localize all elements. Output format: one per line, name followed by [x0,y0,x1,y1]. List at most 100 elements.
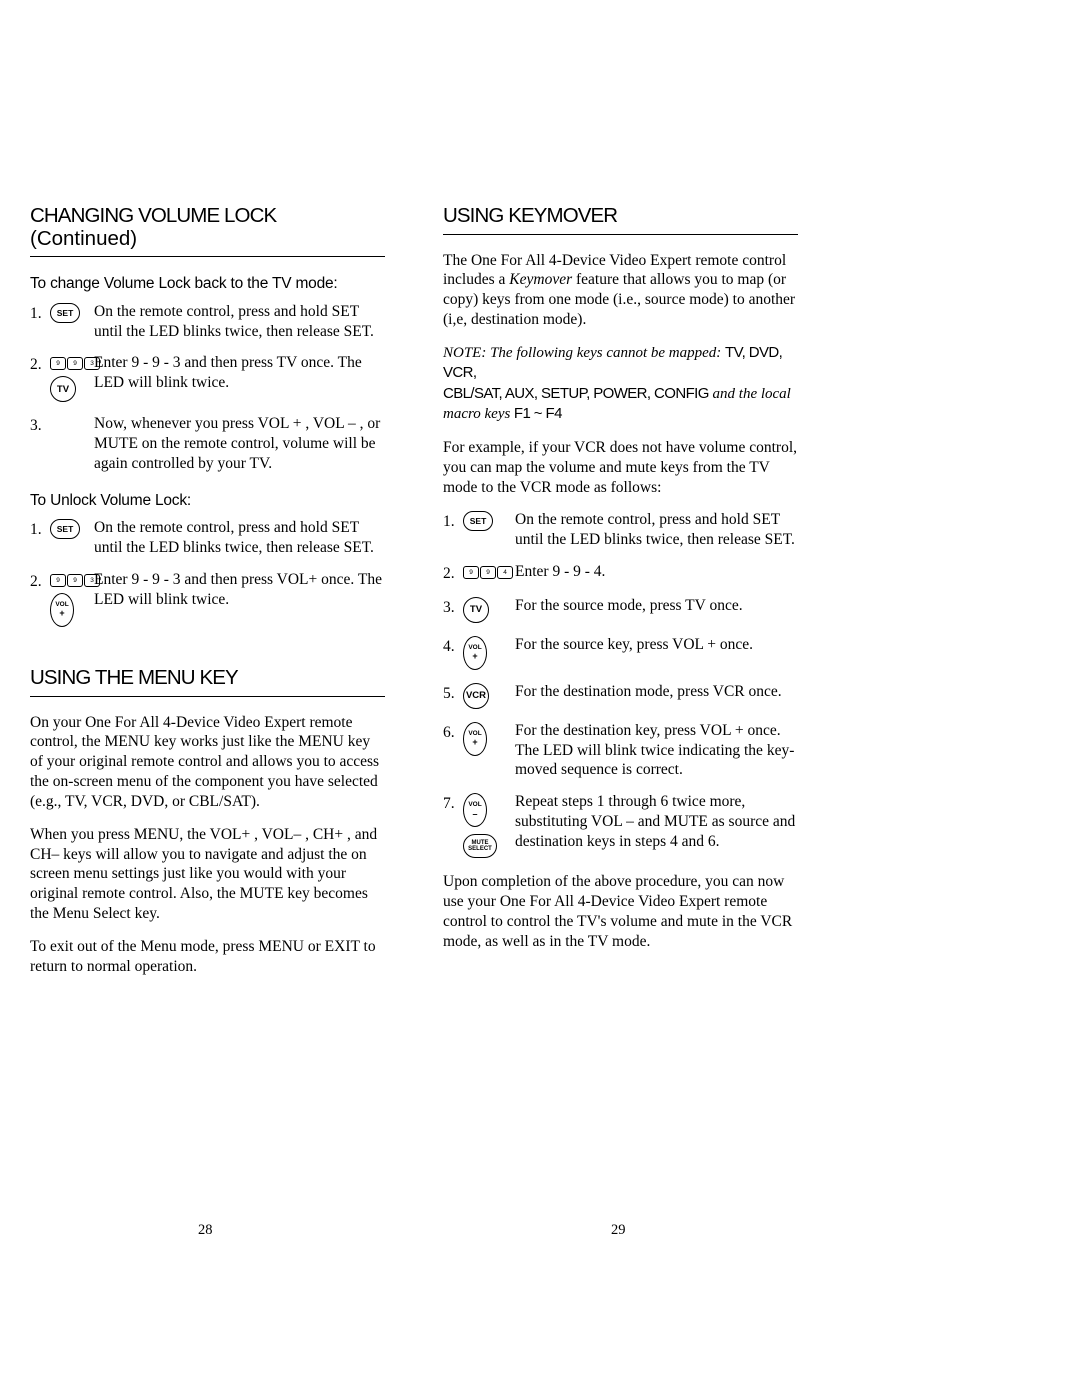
step-text: For the source mode, press TV once. [515,596,743,614]
left-steps-change-volume-lock: 1. SET On the remote control, press and … [30,302,385,474]
step-text: On the remote control, press and hold SE… [94,302,374,340]
note-key-list-2: CBL/SAT, AUX, SETUP, POWER, CONFIG [443,384,709,402]
set-key-icon: SET [463,511,493,532]
step-number: 1. [30,521,42,539]
number-keys-993-icon: 9 9 3 [50,571,100,588]
step-key-graphics: 9 9 3 TV [50,353,100,403]
manual-page-spread: CHANGING VOLUME LOCK (Continued) To chan… [0,0,1080,1397]
step-key-graphics: 9 9 4 [463,562,515,579]
keymover-note: NOTE: The following keys cannot be mappe… [443,343,798,425]
vol-key-plus: + [472,737,478,748]
left-section-heading-menu-key: USING THE MENU KEY [30,666,385,697]
left-steps-unlock-volume-lock: 1. SET On the remote control, press and … [30,518,385,628]
step-key-graphics: 9 9 3 VOL + [50,570,100,628]
list-item: 2. 9 9 3 VOL + Enter 9 - 9 - 3 and then … [30,570,385,628]
list-item: 5. VCR For the destination mode, press V… [443,682,798,709]
vol-up-key-icon: VOL + [50,593,74,628]
vol-key-minus: – [472,808,478,819]
vol-up-key-icon: VOL + [463,721,487,756]
step-key-graphics: SET [463,510,515,532]
note-mid-text: and the [708,385,761,402]
menu-key-paragraph-2: When you press MENU, the VOL+ , VOL– , C… [30,825,378,923]
list-item: 3. TV For the source mode, press TV once… [443,596,798,623]
tv-key-icon: TV [50,376,76,403]
mute-select-key-icon: MUTE SELECT [463,834,497,859]
step-key-graphics: TV [463,596,515,623]
step-number: 1. [30,304,42,322]
left-subheading-unlock-volume-lock: To Unlock Volume Lock: [30,491,192,509]
list-item: 1. SET On the remote control, press and … [30,518,385,558]
left-section-heading: CHANGING VOLUME LOCK (Continued) [30,204,385,258]
step-text: For the source key, press VOL + once. [515,635,754,653]
step-number: 5. [443,684,455,702]
list-item: 1. SET On the remote control, press and … [443,510,798,550]
step-key-graphics: VCR [463,682,515,709]
step-key-graphics [50,414,94,415]
step-text: Repeat steps 1 through 6 twice more, sub… [515,793,796,850]
number-key-icon: 9 [67,574,83,588]
number-key-icon: 9 [463,566,479,579]
list-item: 7. VOL – MUTE SELECT Repeat steps 1 thro… [443,792,798,859]
list-item: 2. 9 9 4 Enter 9 - 9 - 4. [443,562,798,584]
step-number: 4. [443,637,455,655]
keymover-term-italic: Keymover [509,271,573,289]
step-key-graphics: VOL – MUTE SELECT [463,792,515,859]
note-lead-text: NOTE: The following keys cannot be mappe… [443,344,726,361]
keymover-steps: 1. SET On the remote control, press and … [443,510,798,859]
menu-key-paragraph-3: To exit out of the Menu mode, press MENU… [30,937,376,975]
page-number-left: 28 [198,1222,213,1238]
vol-key-label: VOL [468,801,482,809]
number-key-icon: 9 [50,574,66,588]
list-item: 1. SET On the remote control, press and … [30,302,385,342]
right-page-column: USING KEYMOVER The One For All 4-Device … [443,204,798,965]
left-page-column: CHANGING VOLUME LOCK (Continued) To chan… [30,204,385,990]
step-key-graphics: VOL + [463,635,515,670]
vol-up-key-icon: VOL + [463,635,487,670]
step-number: 2. [30,356,42,374]
set-key-icon: SET [50,302,80,323]
step-number: 1. [443,513,455,531]
list-item: 3. Now, whenever you press VOL + , VOL –… [30,414,385,473]
number-key-icon: 9 [50,357,66,371]
list-item: 4. VOL + For the source key, press VOL +… [443,635,798,670]
vcr-key-icon: VCR [463,682,489,709]
step-number: 2. [30,573,42,591]
step-text: On the remote control, press and hold SE… [94,519,374,557]
step-key-graphics: VOL + [463,721,515,756]
vol-down-key-icon: VOL – [463,793,487,828]
step-key-graphics: SET [50,302,94,323]
step-number: 2. [443,565,455,582]
step-text: For the destination mode, press VCR once… [515,682,782,700]
step-text: Enter 9 - 9 - 3 and then press VOL+ once… [94,571,382,608]
step-key-graphics: SET [50,518,94,540]
step-text: On the remote control, press and hold SE… [515,511,795,549]
left-section-heading-continued: (Continued) [30,226,138,250]
number-key-icon: 9 [67,357,83,371]
list-item: 2. 9 9 3 TV Enter 9 - 9 - 3 and then pre… [30,353,385,403]
menu-key-paragraph-1: On your One For All 4-Device Video Exper… [30,713,380,810]
step-number: 3. [443,598,455,616]
set-key-icon: SET [50,519,80,540]
step-text: Now, whenever you press VOL + , VOL – , … [94,415,381,472]
number-keys-993-icon: 9 9 3 [50,354,100,371]
number-key-icon: 9 [480,566,496,579]
keymover-paragraph-1: The One For All 4-Device Video Expert re… [443,251,798,330]
left-subheading-change-volume-lock: To change Volume Lock back to the TV mod… [30,275,338,293]
number-key-icon: 4 [497,566,513,579]
tv-key-icon: TV [463,596,489,623]
keymover-paragraph-3: Upon completion of the above procedure, … [443,873,793,950]
step-number: 7. [443,795,455,813]
step-text: Enter 9 - 9 - 3 and then press TV once. … [94,354,362,392]
left-section-heading-main: CHANGING VOLUME LOCK [30,204,277,227]
vol-key-plus: + [59,608,65,619]
note-key-list-3: F1 ~ F4 [510,405,563,423]
page-number-right: 29 [611,1222,626,1238]
step-number: 3. [30,417,42,435]
select-key-label: SELECT [468,846,492,853]
right-section-heading-keymover: USING KEYMOVER [443,204,798,235]
step-text: Enter 9 - 9 - 4. [515,563,606,580]
step-number: 6. [443,723,455,741]
number-keys-994-icon: 9 9 4 [463,563,513,579]
list-item: 6. VOL + For the destination key, press … [443,721,798,780]
keymover-paragraph-2: For example, if your VCR does not have v… [443,438,798,496]
